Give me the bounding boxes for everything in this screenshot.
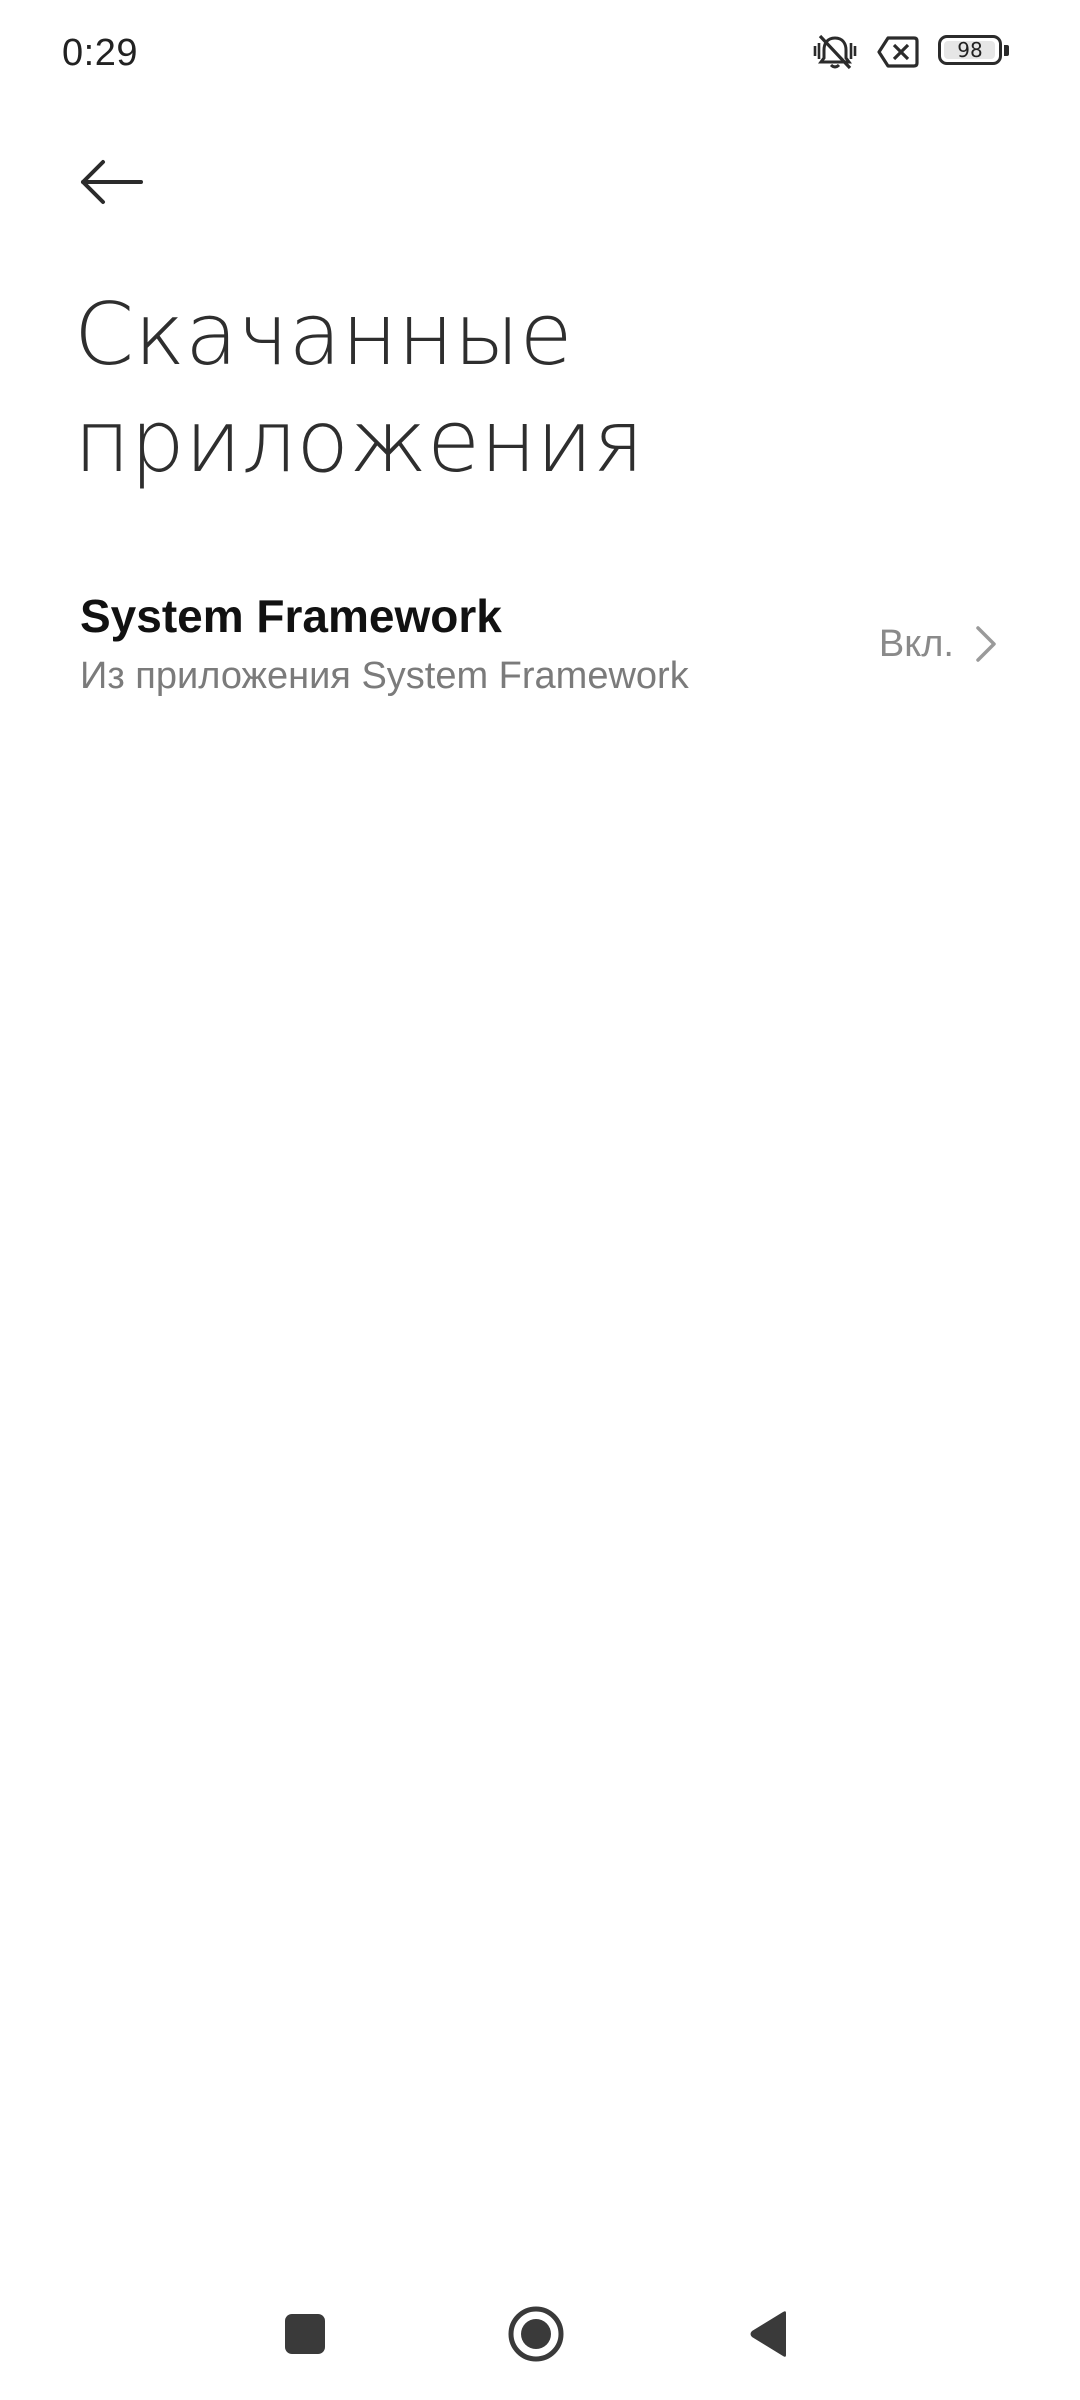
square-icon	[285, 2314, 325, 2354]
status-bar: 0:29 98	[0, 0, 1080, 104]
recents-button[interactable]	[255, 2284, 355, 2384]
nav-back-button[interactable]	[719, 2284, 819, 2384]
vibrate-muted-icon	[812, 32, 858, 72]
back-button[interactable]	[60, 130, 164, 234]
app-name: System Framework	[80, 590, 502, 642]
home-button[interactable]	[486, 2284, 586, 2384]
page-title-line-1: Скачанные	[74, 285, 573, 385]
app-source: Из приложения System Framework	[80, 655, 689, 697]
arrow-left-icon	[81, 160, 143, 204]
battery-level: 98	[957, 38, 983, 62]
status-time: 0:29	[62, 32, 138, 74]
list-item-system-framework[interactable]: System Framework Из приложения System Fr…	[0, 566, 1080, 726]
page-title-line-2: приложения	[74, 392, 644, 492]
chevron-right-icon	[976, 626, 996, 662]
navigation-bar	[0, 2280, 1080, 2400]
triangle-back-icon	[750, 2311, 786, 2357]
status-icons: 98	[812, 28, 1010, 76]
app-status: Вкл.	[878, 623, 954, 665]
battery-icon: 98	[938, 35, 1010, 69]
no-sim-icon	[876, 34, 920, 70]
page-title: Скачанные приложения	[74, 282, 974, 496]
circle-icon	[508, 2306, 564, 2362]
